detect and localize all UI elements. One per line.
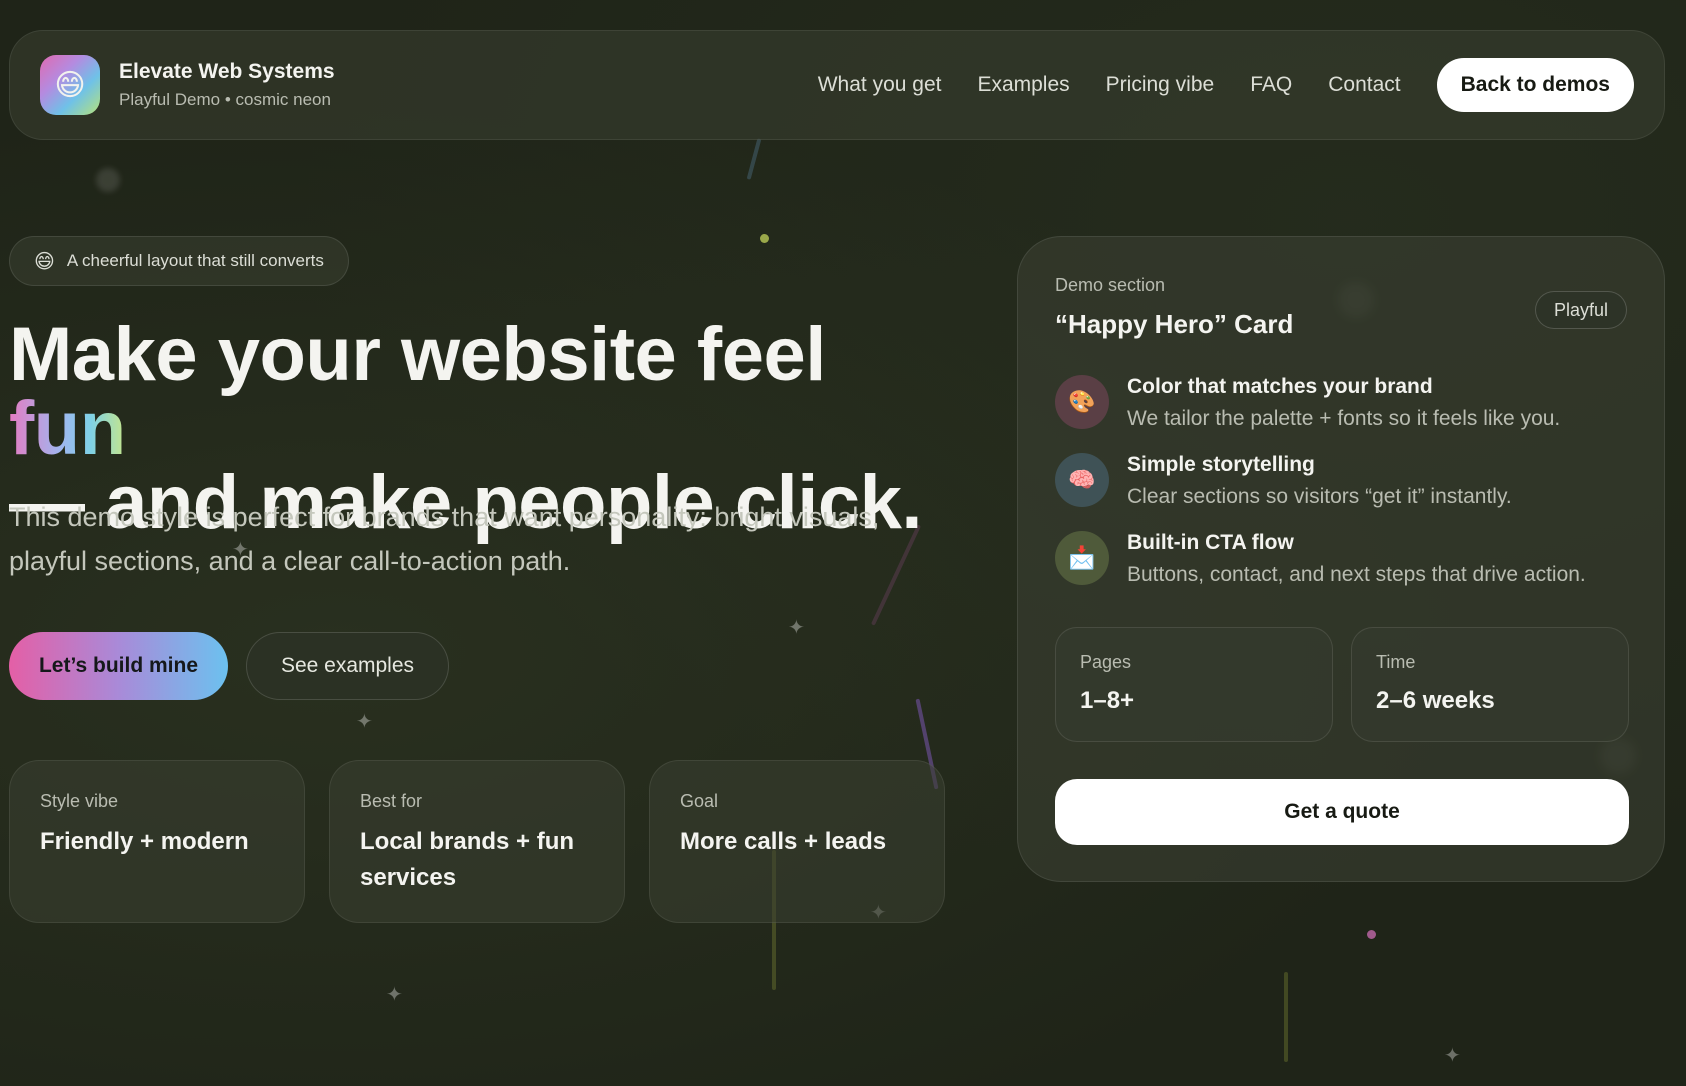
light-streak <box>746 138 762 180</box>
stat-card-style: Style vibe Friendly + modern <box>9 760 305 923</box>
feature-title: Built-in CTA flow <box>1127 531 1294 554</box>
stat-value: Friendly + modern <box>40 828 249 855</box>
glow-dot <box>760 234 769 243</box>
sparkle-icon: ✦ <box>1444 1045 1461 1067</box>
demo-card: Demo section “Happy Hero” Card Playful 🎨… <box>1017 236 1665 882</box>
stat-card-best-for: Best for Local brands + fun services <box>329 760 625 923</box>
tagline-pill: 😄 A cheerful layout that still converts <box>9 236 349 286</box>
site-header: 😄 Elevate Web Systems Playful Demo • cos… <box>9 30 1665 140</box>
stat-label: Best for <box>360 791 423 811</box>
mini-label: Time <box>1376 652 1416 672</box>
mini-card-time: Time 2–6 weeks <box>1351 627 1629 742</box>
smiley-icon: 😄 <box>34 250 55 273</box>
nav-faq[interactable]: FAQ <box>1250 73 1292 97</box>
demo-title: “Happy Hero” Card <box>1055 309 1294 339</box>
logo-icon[interactable]: 😄 <box>40 55 100 115</box>
back-to-demos-button[interactable]: Back to demos <box>1436 58 1634 112</box>
brand: Elevate Web Systems Playful Demo • cosmi… <box>119 60 335 110</box>
brand-subtitle: Playful Demo • cosmic neon <box>119 90 331 109</box>
feature-item: 🧠 Simple storytelling Clear sections so … <box>1055 453 1635 509</box>
get-quote-button[interactable]: Get a quote <box>1055 779 1629 845</box>
nav-examples[interactable]: Examples <box>977 73 1069 97</box>
nav-pricing-vibe[interactable]: Pricing vibe <box>1106 73 1215 97</box>
mini-label: Pages <box>1080 652 1132 672</box>
smiley-icon: 😄 <box>54 68 86 102</box>
headline-part-1: Make your website feel <box>9 312 826 397</box>
sparkle-icon: ✦ <box>356 711 373 733</box>
demo-eyebrow: Demo section <box>1055 275 1166 295</box>
stat-card-goal: Goal More calls + leads <box>649 760 945 923</box>
palette-icon: 🎨 <box>1055 375 1109 429</box>
build-mine-button[interactable]: Let’s build mine <box>9 632 228 700</box>
light-streak <box>1284 972 1288 1062</box>
sparkle-icon: ✦ <box>386 984 403 1006</box>
sparkle-icon: ✦ <box>788 617 805 639</box>
tagline-text: A cheerful layout that still converts <box>66 251 324 270</box>
playful-badge: Playful <box>1534 291 1627 329</box>
feature-desc: We tailor the palette + fonts so it feel… <box>1127 407 1561 430</box>
feature-title: Color that matches your brand <box>1127 375 1433 398</box>
brand-name: Elevate Web Systems <box>119 60 335 83</box>
feature-item: 📩 Built-in CTA flow Buttons, contact, an… <box>1055 531 1635 587</box>
feature-title: Simple storytelling <box>1127 453 1315 476</box>
mini-card-pages: Pages 1–8+ <box>1055 627 1333 742</box>
feature-item: 🎨 Color that matches your brand We tailo… <box>1055 375 1635 431</box>
stat-label: Style vibe <box>40 791 119 811</box>
stat-value: More calls + leads <box>680 828 887 855</box>
envelope-icon: 📩 <box>1055 531 1109 585</box>
glow-dot <box>96 168 120 192</box>
brain-icon: 🧠 <box>1055 453 1109 507</box>
stat-label: Goal <box>680 791 719 811</box>
stat-value: Local brands + fun services <box>360 828 575 891</box>
main-nav: What you get Examples Pricing vibe FAQ C… <box>818 58 1634 112</box>
feature-desc: Clear sections so visitors “get it” inst… <box>1127 485 1512 508</box>
glow-dot <box>1367 930 1376 939</box>
headline-highlight: fun <box>9 386 126 471</box>
mini-value: 1–8+ <box>1080 687 1135 714</box>
mini-value: 2–6 weeks <box>1376 687 1495 714</box>
nav-what-you-get[interactable]: What you get <box>818 73 942 97</box>
feature-desc: Buttons, contact, and next steps that dr… <box>1127 563 1586 586</box>
nav-contact[interactable]: Contact <box>1328 73 1400 97</box>
see-examples-button[interactable]: See examples <box>246 632 449 700</box>
hero-lead: This demo style is perfect for brands th… <box>9 502 880 576</box>
